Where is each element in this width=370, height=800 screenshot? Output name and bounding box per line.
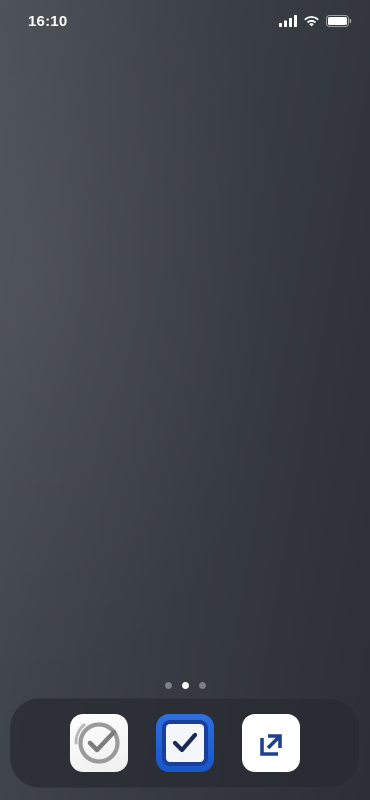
status-time: 16:10 <box>28 13 68 30</box>
wifi-icon <box>303 15 320 27</box>
home-screen: 16:10 <box>0 0 370 800</box>
page-dot-1[interactable] <box>164 682 172 689</box>
page-dot-3[interactable] <box>198 682 206 689</box>
page-indicator[interactable] <box>0 682 370 689</box>
battery-icon <box>326 15 352 27</box>
expand-square-app-icon[interactable] <box>242 714 300 772</box>
checkbox-app-icon[interactable] <box>156 714 214 772</box>
status-icons <box>279 15 352 27</box>
checkmark-circle-app-icon[interactable] <box>70 714 128 772</box>
cellular-signal-icon <box>279 15 297 27</box>
page-dot-2-active[interactable] <box>181 682 189 689</box>
status-bar: 16:10 <box>0 0 370 44</box>
dock <box>10 698 360 788</box>
